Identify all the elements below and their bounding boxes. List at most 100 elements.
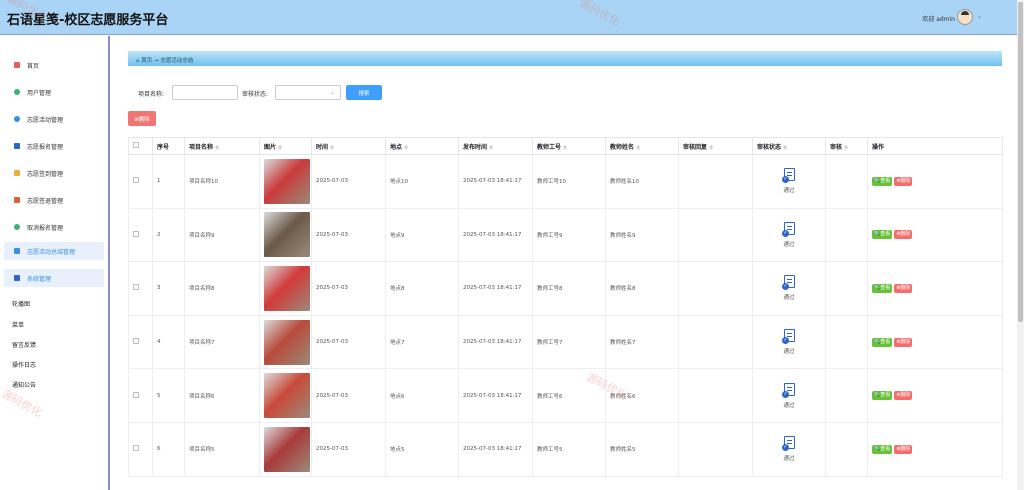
circle-icon [14, 116, 20, 122]
project-name: 项目名称8 [184, 261, 260, 316]
column-header[interactable]: 图片 ≑ [259, 137, 312, 155]
activity-photo[interactable] [264, 265, 310, 311]
activity-photo[interactable] [264, 426, 310, 472]
sidebar-item[interactable]: 系统管理 [4, 269, 104, 287]
batch-delete-button[interactable]: ⊗删除 [128, 111, 156, 126]
breadcrumb-separator: → [154, 58, 159, 64]
user-icon [14, 89, 20, 95]
sidebar-sub-item[interactable]: 菜单 [12, 320, 24, 329]
row-checkbox[interactable] [133, 230, 139, 237]
teacher-id: 教师工号7 [532, 314, 606, 370]
column-header-label: 时间 [316, 143, 329, 151]
sidebar-sub-item[interactable]: 操作日志 [12, 360, 36, 369]
view-button[interactable]: 🔍查看 [872, 337, 893, 347]
column-header[interactable]: 教师工号 ≑ [532, 137, 606, 155]
sort-icon[interactable]: ≑ [489, 145, 493, 151]
activity-photo[interactable] [264, 212, 310, 258]
view-button[interactable]: 🔍查看 [872, 283, 893, 293]
sidebar-sub-item[interactable]: 轮播图 [12, 299, 30, 308]
audit-document-icon: ✓ [782, 168, 796, 184]
column-header[interactable]: 审核状态 ≑ [752, 137, 826, 155]
row-checkbox[interactable] [133, 391, 139, 398]
row-checkbox[interactable] [133, 445, 139, 452]
sidebar-item[interactable]: 首页 [0, 56, 106, 74]
audit-status-text: 通过 [783, 456, 795, 463]
operation-cell: 🔍查看 ⊗删除 [867, 261, 1003, 316]
sort-icon[interactable]: ≑ [636, 145, 640, 151]
delete-button[interactable]: ⊗删除 [894, 391, 913, 401]
sidebar-item[interactable]: 志愿签到管理 [0, 164, 106, 182]
activity-photo[interactable] [264, 319, 310, 365]
delete-button[interactable]: ⊗删除 [894, 337, 913, 347]
audit-document-icon: ✓ [782, 382, 796, 398]
sidebar-sub-item[interactable]: 通知公告 [12, 380, 36, 389]
row-checkbox[interactable] [133, 284, 139, 291]
sort-icon[interactable]: ≑ [404, 145, 408, 151]
delete-button[interactable]: ⊗删除 [894, 176, 913, 186]
audit-reply [678, 314, 753, 370]
activity-photo[interactable] [264, 373, 310, 419]
grid-icon [14, 197, 20, 203]
audit-status-text: 通过 [783, 295, 795, 302]
chevron-down-icon: ⌄ [329, 89, 335, 96]
sort-icon[interactable]: ≑ [278, 145, 282, 151]
view-button[interactable]: 🔍查看 [872, 391, 893, 401]
sort-icon[interactable]: ≑ [709, 145, 713, 151]
column-header[interactable]: 发布时间 ≑ [458, 137, 533, 155]
sidebar-item[interactable]: 志愿活动管理 [0, 110, 106, 128]
delete-button[interactable]: ⊗删除 [894, 444, 913, 454]
delete-button[interactable]: ⊗删除 [894, 283, 913, 293]
sidebar-sub-item[interactable]: 留言反馈 [12, 340, 36, 349]
sort-icon[interactable]: ≑ [783, 145, 787, 151]
main-content: ⌂ 首页 → 志愿活动总结 项目名称: 审核状态: ⌄ 搜索 ⊗删除 序号 项目名… [112, 36, 1017, 490]
select-all-header[interactable] [128, 137, 153, 155]
name-search-input[interactable] [172, 85, 238, 100]
column-header[interactable]: 地点 ≑ [385, 137, 459, 155]
sidebar-item[interactable]: 取消报名管理 [0, 218, 106, 236]
select-all-checkbox[interactable] [133, 142, 139, 148]
sort-icon[interactable]: ≑ [215, 145, 219, 151]
column-header[interactable]: 审核 ≑ [825, 137, 868, 155]
name-label: 项目名称: [138, 91, 165, 98]
status-select[interactable]: ⌄ [275, 85, 341, 100]
audit-reply [678, 261, 753, 316]
audit-document-icon: ✓ [782, 329, 796, 345]
view-button[interactable]: 🔍查看 [872, 230, 893, 240]
chevron-down-icon[interactable]: ⌄ [977, 13, 982, 20]
view-button[interactable]: 🔍查看 [872, 444, 893, 454]
sort-icon[interactable]: ≑ [330, 145, 334, 151]
column-header[interactable]: 审核回复 ≑ [678, 137, 753, 155]
scrollbar-thumb[interactable] [1018, 2, 1023, 322]
column-header[interactable]: 教师姓名 ≑ [605, 137, 679, 155]
search-button[interactable]: 搜索 [346, 85, 382, 100]
avatar[interactable] [957, 9, 973, 25]
row-checkbox[interactable] [133, 338, 139, 345]
delete-button[interactable]: ⊗删除 [894, 230, 913, 240]
activity-time: 2025-07-03 [311, 421, 386, 477]
sidebar-item[interactable]: 志愿签退管理 [0, 191, 106, 209]
table-row: 5 项目名称6 2025-07-03 地点6 2025-07-03 18:41:17 教师… [128, 368, 1003, 423]
column-header[interactable]: 时间 ≑ [311, 137, 386, 155]
activity-time: 2025-07-03 [311, 261, 386, 316]
operation-cell: 🔍查看 ⊗删除 [867, 421, 1003, 477]
teacher-id: 教师工号10 [532, 154, 606, 209]
breadcrumb-home[interactable]: ⌂ 首页 [136, 58, 152, 64]
activity-photo[interactable] [264, 158, 310, 204]
view-button[interactable]: 🔍查看 [872, 176, 893, 186]
audit-cell [825, 261, 868, 316]
sidebar-item[interactable]: 志愿活动总结管理 [4, 242, 104, 260]
sidebar-item-label: 志愿签到管理 [27, 170, 64, 178]
column-header[interactable]: 项目名称 ≑ [184, 137, 260, 155]
operation-cell: 🔍查看 ⊗删除 [867, 154, 1003, 209]
sidebar-item[interactable]: 志愿报名管理 [0, 137, 106, 155]
page-scrollbar[interactable] [1017, 0, 1024, 490]
sort-icon[interactable]: ≑ [844, 145, 848, 151]
column-header-label: 序号 [157, 143, 170, 151]
column-header[interactable]: 序号 [152, 137, 185, 155]
row-checkbox[interactable] [133, 177, 139, 184]
sidebar-item[interactable]: 用户管理 [0, 83, 106, 101]
table-header-row: 序号 项目名称 ≑ 图片 ≑ 时间 ≑ 地点 ≑ 发布时间 ≑ 教师工号 ≑ 教师姓名 ≑ 审核回复 ≑ 审核状态… [128, 137, 1003, 155]
column-header[interactable]: 操作 [867, 137, 1003, 155]
sort-icon[interactable]: ≑ [563, 145, 567, 151]
row-select-cell [128, 368, 153, 423]
